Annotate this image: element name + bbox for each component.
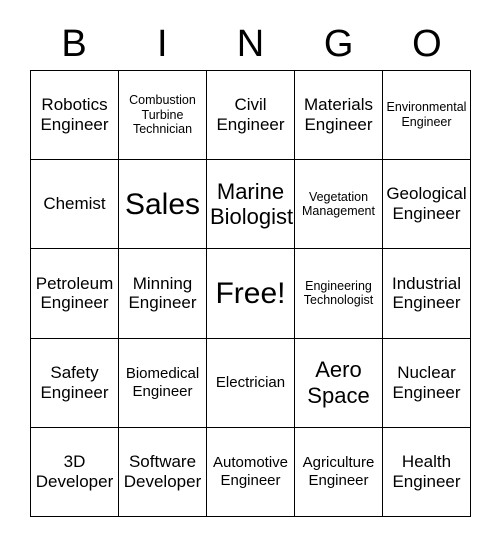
- bingo-cell-label: Vegetation Management: [302, 189, 375, 219]
- bingo-cell-label: Chemist: [43, 194, 106, 214]
- bingo-cell-label: Combustion Turbine Technician: [129, 93, 196, 137]
- bingo-cell[interactable]: Marine Biologist: [207, 160, 295, 250]
- bingo-cell-label: Minning Engineer: [128, 273, 197, 313]
- bingo-cell-label: Nuclear Engineer: [392, 362, 461, 402]
- bingo-header-letter-b: B: [61, 23, 87, 65]
- bingo-cell-label: Industrial Engineer: [392, 273, 461, 313]
- bingo-cell-label: Biomedical Engineer: [125, 365, 200, 400]
- bingo-header-letter-i: I: [157, 23, 168, 65]
- bingo-cell-label: Agriculture Engineer: [302, 454, 375, 489]
- bingo-cell[interactable]: Vegetation Management: [295, 160, 383, 250]
- bingo-cell[interactable]: Chemist: [31, 160, 119, 250]
- bingo-grid: Robotics Engineer Combustion Turbine Tech…: [30, 70, 471, 517]
- bingo-cell[interactable]: 3D Developer: [31, 427, 119, 517]
- bingo-cell[interactable]: Materials Engineer: [295, 71, 383, 161]
- bingo-cell[interactable]: Petroleum Engineer: [31, 249, 119, 339]
- bingo-cell-label: Safety Engineer: [40, 362, 109, 402]
- bingo-cell-label: Automotive Engineer: [212, 454, 289, 489]
- bingo-cell-label: Marine Biologist: [210, 178, 294, 230]
- bingo-header-letter-n: N: [236, 23, 265, 65]
- bingo-cell[interactable]: Combustion Turbine Technician: [119, 71, 207, 161]
- bingo-cell[interactable]: Engineering Technologist: [295, 249, 383, 339]
- bingo-cell-label: Software Developer: [123, 452, 202, 491]
- bingo-cell-label: Materials Engineer: [304, 95, 373, 135]
- bingo-header: B I N G O: [30, 18, 471, 70]
- bingo-header-letter-g: G: [323, 23, 354, 65]
- bingo-cell-label: Aero Space: [307, 356, 370, 408]
- bingo-cell[interactable]: Minning Engineer: [119, 249, 207, 339]
- bingo-cell[interactable]: Industrial Engineer: [383, 249, 471, 339]
- bingo-cell-label: Free!: [215, 276, 286, 310]
- bingo-cell[interactable]: Environmental Engineer: [383, 71, 471, 161]
- bingo-card: B I N G O Robotics Engineer Combustion Tu…: [0, 0, 500, 544]
- bingo-cell-label: 3D Developer: [35, 452, 114, 491]
- bingo-cell-label: Health Engineer: [392, 452, 461, 491]
- bingo-cell[interactable]: Automotive Engineer: [207, 427, 295, 517]
- bingo-cell-label: Geological Engineer: [386, 184, 467, 224]
- bingo-cell[interactable]: Geological Engineer: [383, 160, 471, 250]
- bingo-cell[interactable]: Electrician: [207, 338, 295, 428]
- bingo-cell[interactable]: Software Developer: [119, 427, 207, 517]
- bingo-cell[interactable]: Civil Engineer: [207, 71, 295, 161]
- bingo-cell[interactable]: Nuclear Engineer: [383, 338, 471, 428]
- bingo-cell-label: Sales: [124, 187, 201, 221]
- bingo-cell[interactable]: Agriculture Engineer: [295, 427, 383, 517]
- bingo-cell[interactable]: Robotics Engineer: [31, 71, 119, 161]
- bingo-cell[interactable]: Health Engineer: [383, 427, 471, 517]
- bingo-cell-label: Electrician: [215, 373, 286, 391]
- bingo-cell-label: Petroleum Engineer: [35, 273, 114, 313]
- bingo-cell[interactable]: Aero Space: [295, 338, 383, 428]
- bingo-cell-label: Engineering Technologist: [303, 278, 374, 308]
- bingo-cell-label: Environmental Engineer: [386, 100, 467, 130]
- bingo-cell[interactable]: Free!: [207, 249, 295, 339]
- bingo-cell-label: Civil Engineer: [216, 95, 285, 135]
- bingo-header-letter-o: O: [412, 23, 442, 65]
- bingo-cell-label: Robotics Engineer: [40, 95, 109, 135]
- bingo-cell[interactable]: Biomedical Engineer: [119, 338, 207, 428]
- bingo-cell[interactable]: Safety Engineer: [31, 338, 119, 428]
- bingo-cell[interactable]: Sales: [119, 160, 207, 250]
